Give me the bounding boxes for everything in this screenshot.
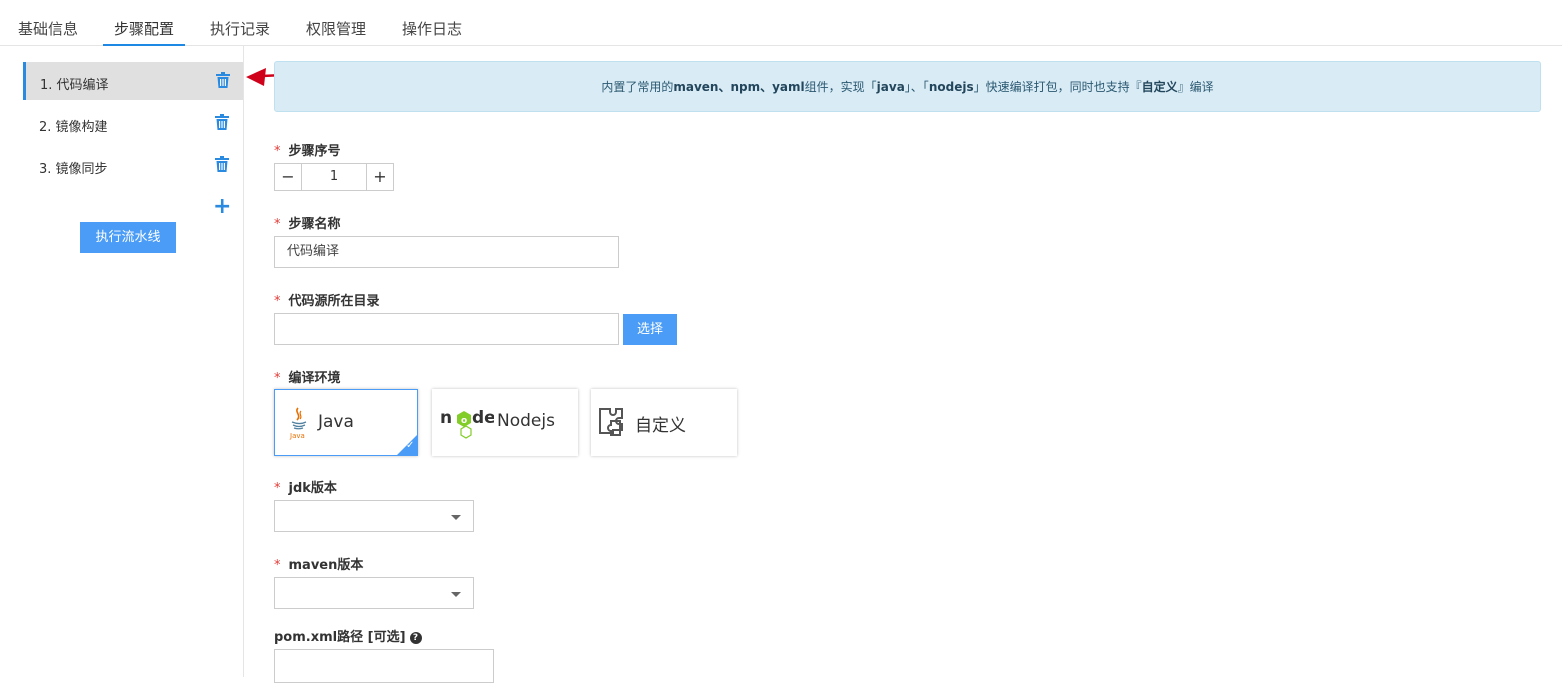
pom-path-input[interactable] — [274, 649, 494, 683]
increment-button[interactable]: + — [366, 164, 393, 190]
tab-bar: 基础信息 步骤配置 执行记录 权限管理 操作日志 — [0, 0, 1562, 46]
env-name: Nodejs — [497, 411, 555, 431]
trash-icon[interactable] — [215, 114, 229, 130]
env-card-java[interactable]: Java Java ✓ — [274, 389, 418, 456]
step-item[interactable]: 2. 镜像构建 — [23, 104, 243, 142]
java-icon: Java — [289, 407, 307, 440]
tab-operation-log[interactable]: 操作日志 — [402, 18, 462, 46]
chevron-down-icon — [451, 592, 461, 597]
svg-text:Java: Java — [289, 432, 305, 440]
step-item[interactable]: 1. 代码编译 — [23, 62, 243, 100]
jdk-version-label: * jdk版本 — [274, 477, 337, 496]
trash-icon[interactable] — [216, 72, 230, 88]
step-number-value[interactable]: 1 — [302, 164, 366, 190]
env-name: Java — [318, 412, 354, 432]
maven-version-select[interactable] — [274, 577, 474, 609]
step-sidebar: 1. 代码编译 2. 镜像构建 3. 镜像同步 + 执行流水线 — [0, 46, 244, 677]
info-text: 内置了常用的 — [601, 80, 674, 94]
env-card-nodejs[interactable]: n o de Nodejs — [432, 389, 578, 456]
step-name-label: * 步骤名称 — [274, 213, 341, 232]
required-star: * — [274, 294, 281, 309]
svg-text:de: de — [472, 408, 494, 428]
tab-permissions[interactable]: 权限管理 — [306, 18, 366, 46]
required-star: * — [274, 144, 281, 159]
required-star: * — [274, 558, 281, 573]
svg-text:o: o — [461, 416, 467, 426]
label-text: 步骤名称 — [288, 217, 341, 232]
env-card-custom[interactable]: 自定义 — [591, 389, 737, 456]
selected-check-icon: ✓ — [397, 435, 417, 455]
tab-step-config[interactable]: 步骤配置 — [103, 18, 186, 46]
source-dir-label: * 代码源所在目录 — [274, 290, 380, 309]
info-bold: maven、npm、yaml — [673, 80, 805, 94]
required-star: * — [274, 371, 281, 386]
required-star: * — [274, 217, 281, 232]
info-banner: 内置了常用的maven、npm、yaml组件，实现「java」、「nodejs」… — [274, 61, 1541, 112]
step-number-stepper: − 1 + — [274, 163, 394, 191]
step-number-label: * 步骤序号 — [274, 140, 341, 159]
tab-exec-records[interactable]: 执行记录 — [210, 18, 270, 46]
label-text: pom.xml路径 [可选] — [274, 630, 406, 645]
label-text: 步骤序号 — [288, 144, 341, 159]
step-name-input[interactable]: 代码编译 — [274, 236, 619, 268]
tab-basic-info[interactable]: 基础信息 — [18, 18, 78, 46]
step-label: 3. 镜像同步 — [39, 162, 108, 177]
info-bold: nodejs — [928, 80, 974, 94]
label-text: maven版本 — [288, 558, 364, 573]
chevron-down-icon — [451, 515, 461, 520]
info-text: 组件，实现「 — [804, 80, 877, 94]
jdk-version-select[interactable] — [274, 500, 474, 532]
env-name: 自定义 — [635, 416, 686, 436]
build-env-label: * 编译环境 — [274, 367, 341, 386]
select-dir-button[interactable]: 选择 — [623, 314, 677, 345]
source-dir-input[interactable] — [274, 313, 619, 345]
trash-icon[interactable] — [215, 156, 229, 172]
decrement-button[interactable]: − — [275, 164, 302, 190]
info-text: 」快速编译打包，同时也支持『 — [973, 80, 1142, 94]
puzzle-icon — [599, 408, 623, 436]
maven-version-label: * maven版本 — [274, 554, 363, 573]
step-label: 1. 代码编译 — [40, 78, 109, 93]
nodejs-icon: n o de — [440, 408, 494, 439]
svg-text:n: n — [440, 408, 452, 428]
info-bold: 自定义 — [1141, 80, 1178, 94]
label-text: jdk版本 — [288, 481, 337, 496]
add-step-icon[interactable]: + — [213, 196, 231, 218]
step-label: 2. 镜像构建 — [39, 120, 108, 135]
label-text: 代码源所在目录 — [288, 294, 380, 309]
run-pipeline-button[interactable]: 执行流水线 — [80, 222, 176, 253]
info-text: 』编译 — [1177, 80, 1214, 94]
info-bold: java — [876, 80, 905, 94]
help-icon[interactable]: ? — [409, 632, 422, 644]
step-item[interactable]: 3. 镜像同步 — [23, 146, 243, 184]
label-text: 编译环境 — [288, 371, 341, 386]
required-star: * — [274, 481, 281, 496]
pom-path-label: pom.xml路径 [可选]? — [274, 626, 422, 645]
info-text: 」、「 — [904, 80, 929, 94]
